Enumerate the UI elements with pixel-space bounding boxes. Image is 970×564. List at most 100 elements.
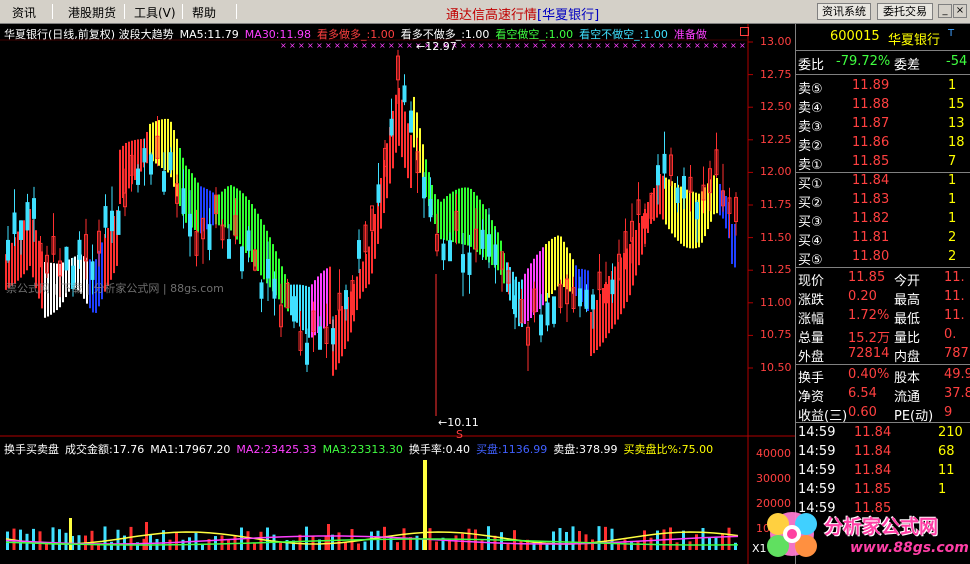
info-system-button[interactable]: 资讯系统 (817, 3, 871, 20)
bid-vol: 2 (948, 249, 957, 264)
candle-body (584, 289, 589, 309)
bid-row: 买① 11.84 1 (796, 172, 970, 192)
signal-marker: × (631, 41, 638, 50)
menu-hk-futures[interactable]: 港股期货 (68, 4, 116, 21)
ask-vol: 1 (948, 78, 957, 93)
tick-time: 14:59 (798, 463, 836, 478)
signal-marker: × (595, 41, 602, 50)
stat-v1: 11.85 (848, 270, 886, 285)
ask-price: 11.86 (852, 135, 890, 150)
signal-label: 准备做 (673, 28, 707, 41)
candle-body (142, 148, 147, 163)
signal-marker: × (613, 41, 620, 50)
chart-legend: 华夏银行(日线,前复权) 波段大趋势 MA5:11.79 MA30:11.98 看多做… (4, 26, 719, 42)
tick-price: 11.84 (854, 444, 892, 459)
volume-indicator: MA3:23313.30 (322, 443, 403, 456)
signal-marker: × (712, 41, 719, 50)
stat-v1: 0.20 (848, 289, 877, 304)
stat-v1: 72814 (848, 346, 890, 361)
volume-bar (506, 543, 510, 550)
volume-bar (604, 526, 607, 550)
watermark-logo: 分析家公式网 www.88gs.com (760, 500, 970, 564)
candle-body (487, 234, 491, 257)
candle-body (441, 243, 446, 261)
wei-bi-label: 委比 (798, 58, 825, 73)
signal-marker: × (622, 41, 629, 50)
signal-marker: × (721, 41, 728, 50)
stat-row: 外盘 72814 内盘 787 (796, 345, 970, 365)
volume-bar (519, 540, 523, 550)
candle-body (675, 187, 680, 203)
signal-marker: × (316, 41, 323, 50)
volume-bar (454, 535, 458, 550)
stat-l2: 量比 (894, 331, 921, 346)
signal-marker: × (577, 41, 584, 50)
menu-tools[interactable]: 工具(V) (134, 4, 176, 21)
bid-price: 11.80 (852, 249, 890, 264)
stat-v1: 0.40% (848, 367, 890, 382)
bid-price: 11.84 (852, 173, 890, 188)
candle-body (77, 239, 82, 260)
close-icon[interactable]: × (953, 4, 967, 18)
signal-marker: × (469, 41, 476, 50)
stat-row: 涨跌 0.20 最高 11. (796, 288, 970, 308)
bid-label: 买⑤ (798, 253, 823, 268)
volume-bar (423, 460, 427, 550)
signal-marker: × (658, 41, 665, 50)
menu-help[interactable]: 帮助 (192, 4, 216, 21)
signal-marker: × (604, 41, 611, 50)
candle-body (552, 296, 556, 324)
signal-label: 看空不做空_:1.00 (579, 28, 668, 41)
watermark-title: 分析家公式网 (824, 516, 939, 538)
tick-price: 11.84 (854, 463, 892, 478)
volume-bar (552, 531, 555, 550)
bid-row: 买⑤ 11.80 2 (796, 248, 970, 268)
bid-price: 11.83 (852, 192, 890, 207)
price-tick: 12.25 (760, 132, 792, 146)
tick-vol: 11 (938, 463, 955, 478)
menu-info[interactable]: 资讯 (12, 4, 36, 21)
volume-items: 成交金额:17.76 MA1:17967.20 MA2:23425.33 MA3:23… (65, 443, 719, 456)
candle-body (110, 210, 114, 232)
divider (796, 74, 970, 75)
stock-name: 华夏银行 (888, 33, 941, 48)
volume-bar (597, 526, 601, 550)
tick-time: 14:59 (798, 425, 836, 440)
volume-bar (51, 527, 55, 550)
volume-bar (259, 531, 263, 550)
menu-bar: 资讯 港股期货 工具(V) 帮助 通达信高速行情[华夏银行] 资讯系统 委托交易… (0, 0, 970, 24)
volume-bar (188, 537, 191, 550)
volume-bar (376, 530, 380, 550)
stat-row: 总量 15.2万 量比 0. (796, 326, 970, 346)
stat-l1: 外盘 (798, 350, 825, 365)
chart-area[interactable]: × × × × × × × × × × × × × × × × × × × × × × × × × × × × × × × × × × × × × × × ×… (0, 24, 795, 564)
signal-marker: × (343, 41, 350, 50)
volume-bar (110, 541, 113, 550)
trade-button[interactable]: 委托交易 (877, 3, 933, 20)
signal-list: 看多做多_:1.00 看多不做多_:1.00 看空做空_:1.00 看空不做空_:1.… (317, 28, 713, 41)
volume-bar (734, 542, 737, 550)
volume-legend: 换手买卖盘 成交金额:17.76 MA1:17967.20 MA2:23425.33 M… (4, 441, 725, 457)
stat-l2: 内盘 (894, 350, 921, 365)
candle-body (662, 153, 667, 174)
signal-marker: × (280, 41, 287, 50)
price-tick: 11.25 (760, 263, 792, 277)
volume-bar (279, 542, 282, 550)
ask-vol: 18 (948, 135, 965, 150)
quote-panel: 600015 华夏银行 T 委比 -79.72% 委差 -54 卖⑤ 11.89 1… (795, 24, 970, 564)
stat-v2: 37.8 (944, 386, 970, 401)
stat-l1: 现价 (798, 274, 825, 289)
minimize-icon[interactable]: _ (938, 4, 952, 18)
volume-bar (233, 535, 237, 550)
ask-row: 卖① 11.85 7 (796, 153, 970, 173)
high-price-value: 12.97 (425, 40, 457, 53)
candle-body (318, 326, 322, 350)
ask-price: 11.88 (852, 97, 890, 112)
volume-bar (714, 536, 718, 550)
ask-row: 卖④ 11.88 15 (796, 96, 970, 116)
candle-body (116, 210, 121, 235)
signal-marker: × (325, 41, 332, 50)
signal-marker: × (352, 41, 359, 50)
close-box-icon[interactable] (740, 27, 749, 36)
volume-bar (708, 537, 711, 550)
